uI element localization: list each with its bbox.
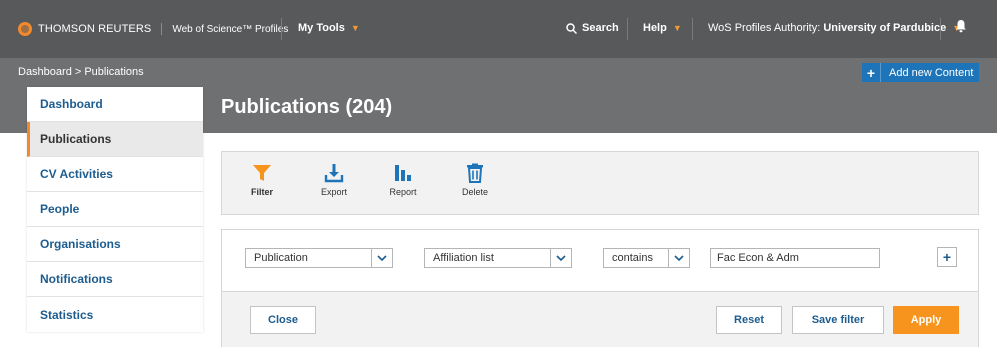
export-label: Export (320, 187, 347, 197)
export-icon (324, 164, 344, 183)
breadcrumb[interactable]: Dashboard > Publications (18, 66, 144, 78)
sidebar-item-dashboard[interactable]: Dashboard (27, 87, 203, 122)
search-button[interactable]: Search (566, 22, 619, 34)
my-tools-menu[interactable]: My Tools ▼ (298, 22, 360, 34)
search-label: Search (582, 22, 619, 34)
add-new-content-label: Add new Content (889, 66, 974, 79)
plus-icon: + (862, 63, 881, 82)
sidebar-item-publications[interactable]: Publications (27, 122, 203, 157)
actions-toolbar: Filter Export Report Delete (221, 151, 979, 215)
export-button[interactable]: Export (304, 163, 364, 197)
apply-button[interactable]: Apply (893, 306, 959, 334)
sidebar-item-people[interactable]: People (27, 192, 203, 227)
caret-down-icon: ▼ (672, 23, 682, 33)
filter-value-input[interactable] (710, 248, 880, 268)
chevron-down-icon (668, 249, 689, 267)
save-filter-button[interactable]: Save filter (792, 306, 884, 334)
notifications-bell-button[interactable] (955, 19, 967, 36)
filter-panel-footer: Close Reset Save filter Apply (222, 291, 978, 347)
add-new-content-button[interactable]: + Add new Content (862, 63, 979, 82)
authority-menu[interactable]: WoS Profiles Authority: University of Pa… (708, 22, 961, 34)
attribute-select[interactable]: Affiliation list (424, 248, 572, 268)
divider (161, 23, 163, 35)
sidebar-item-organisations[interactable]: Organisations (27, 227, 203, 262)
field-select[interactable]: Publication (245, 248, 393, 268)
authority-value: University of Pardubice (823, 22, 947, 34)
divider (281, 18, 282, 40)
operator-select-value: contains (612, 252, 653, 264)
brand[interactable]: THOMSON REUTERS Web of Science™ Profiles (18, 22, 288, 36)
operator-select[interactable]: contains (603, 248, 690, 268)
bell-icon (956, 20, 966, 33)
close-button[interactable]: Close (250, 306, 316, 334)
sidebar-item-cv-activities[interactable]: CV Activities (27, 157, 203, 192)
delete-icon (467, 163, 483, 183)
sidebar-item-statistics[interactable]: Statistics (27, 297, 203, 332)
sidebar: Dashboard Publications CV Activities Peo… (27, 87, 203, 332)
product-name: Web of Science™ Profiles (172, 23, 289, 35)
help-label: Help (643, 22, 667, 34)
chevron-down-icon (371, 249, 392, 267)
add-condition-button[interactable]: + (937, 247, 957, 267)
caret-down-icon: ▼ (350, 23, 360, 33)
page-title: Publications (204) (221, 96, 393, 118)
divider (692, 18, 693, 40)
sidebar-item-notifications[interactable]: Notifications (27, 262, 203, 297)
brand-name: THOMSON REUTERS (38, 23, 152, 35)
authority-label: WoS Profiles Authority: (708, 22, 824, 34)
top-navigation-bar: THOMSON REUTERS Web of Science™ Profiles… (0, 0, 997, 58)
report-icon (395, 165, 411, 181)
filter-panel: Publication Affiliation list contains + … (221, 229, 979, 347)
chevron-down-icon (550, 249, 571, 267)
delete-button[interactable]: Delete (445, 163, 505, 197)
filter-icon (253, 165, 271, 181)
report-button[interactable]: Report (373, 163, 433, 197)
field-select-value: Publication (254, 252, 308, 264)
divider (940, 18, 941, 40)
attribute-select-value: Affiliation list (433, 252, 494, 264)
help-menu[interactable]: Help ▼ (643, 22, 682, 34)
logo-icon (18, 22, 32, 36)
report-label: Report (389, 187, 417, 197)
reset-button[interactable]: Reset (716, 306, 782, 334)
delete-label: Delete (461, 187, 488, 197)
search-icon (566, 22, 577, 34)
filter-button[interactable]: Filter (232, 163, 292, 197)
filter-label: Filter (250, 187, 273, 197)
my-tools-label: My Tools (298, 22, 345, 34)
divider (627, 18, 628, 40)
